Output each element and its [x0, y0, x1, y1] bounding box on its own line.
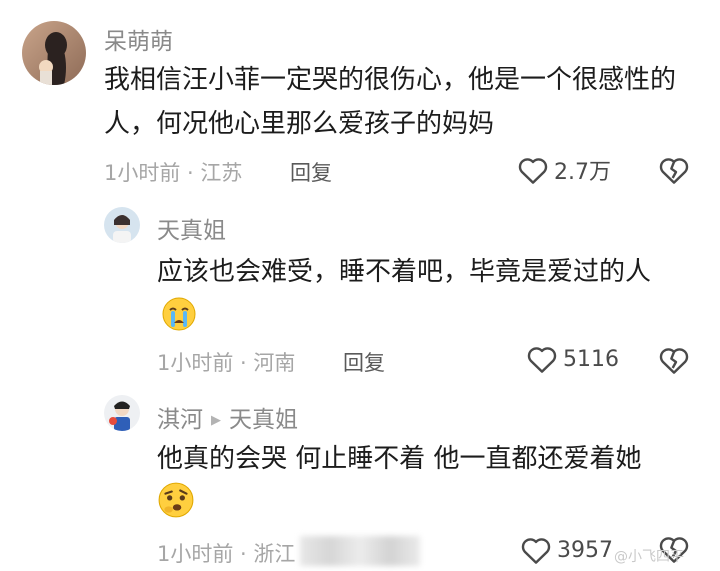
broken-heart-icon: [659, 158, 689, 184]
comment-text: 我相信汪小菲一定哭的很伤心，他是一个很感性的人，何况他心里那么爱孩子的妈妈: [104, 65, 677, 139]
comment-time-location: 1小时前 · 江苏: [104, 161, 243, 185]
reply-text: 应该也会难受，睡不着吧，毕竟是爱过的人: [157, 250, 675, 346]
thinking-face-emoji: [157, 481, 195, 533]
dislike-button[interactable]: [658, 345, 690, 379]
reply-arrow-icon: ▶: [211, 413, 221, 428]
like-count: 3957: [557, 537, 613, 563]
like-count: 5116: [563, 346, 619, 372]
like-button[interactable]: 2.7万: [517, 154, 611, 186]
reply-text: 他真的会哭 何止睡不着 他一直都还爱着她: [157, 437, 697, 533]
like-button[interactable]: 3957: [520, 535, 613, 565]
watermark: @小飞四平: [614, 549, 684, 565]
like-button[interactable]: 5116: [526, 344, 619, 374]
reply-author[interactable]: 淇河: [157, 407, 203, 433]
broken-heart-icon: [659, 348, 689, 374]
reply-target-user[interactable]: 天真姐: [229, 407, 298, 433]
reply-username[interactable]: 天真姐: [157, 211, 226, 245]
avatar[interactable]: [104, 395, 140, 431]
reply-button[interactable]: 回复: [290, 157, 332, 187]
heart-icon: [527, 347, 557, 373]
avatar[interactable]: [22, 21, 86, 85]
reply-button[interactable]: 回复: [343, 347, 385, 377]
reply-time-location: 1小时前 · 浙江: [157, 542, 296, 566]
heart-icon: [518, 158, 548, 184]
reply-username: 淇河 ▶ 天真姐: [157, 400, 298, 434]
avatar[interactable]: [104, 207, 140, 243]
like-count: 2.7万: [554, 160, 611, 185]
reply-text-content: 他真的会哭 何止睡不着 他一直都还爱着她: [157, 444, 642, 474]
heart-icon: [521, 538, 551, 564]
comment-username[interactable]: 呆萌萌: [104, 22, 173, 56]
crying-face-emoji: [161, 296, 197, 346]
censored-region: [300, 536, 420, 566]
dislike-button[interactable]: [658, 155, 690, 189]
reply-time-location: 1小时前 · 河南: [157, 351, 296, 375]
reply-text-content: 应该也会难受，睡不着吧，毕竟是爱过的人: [157, 257, 652, 287]
